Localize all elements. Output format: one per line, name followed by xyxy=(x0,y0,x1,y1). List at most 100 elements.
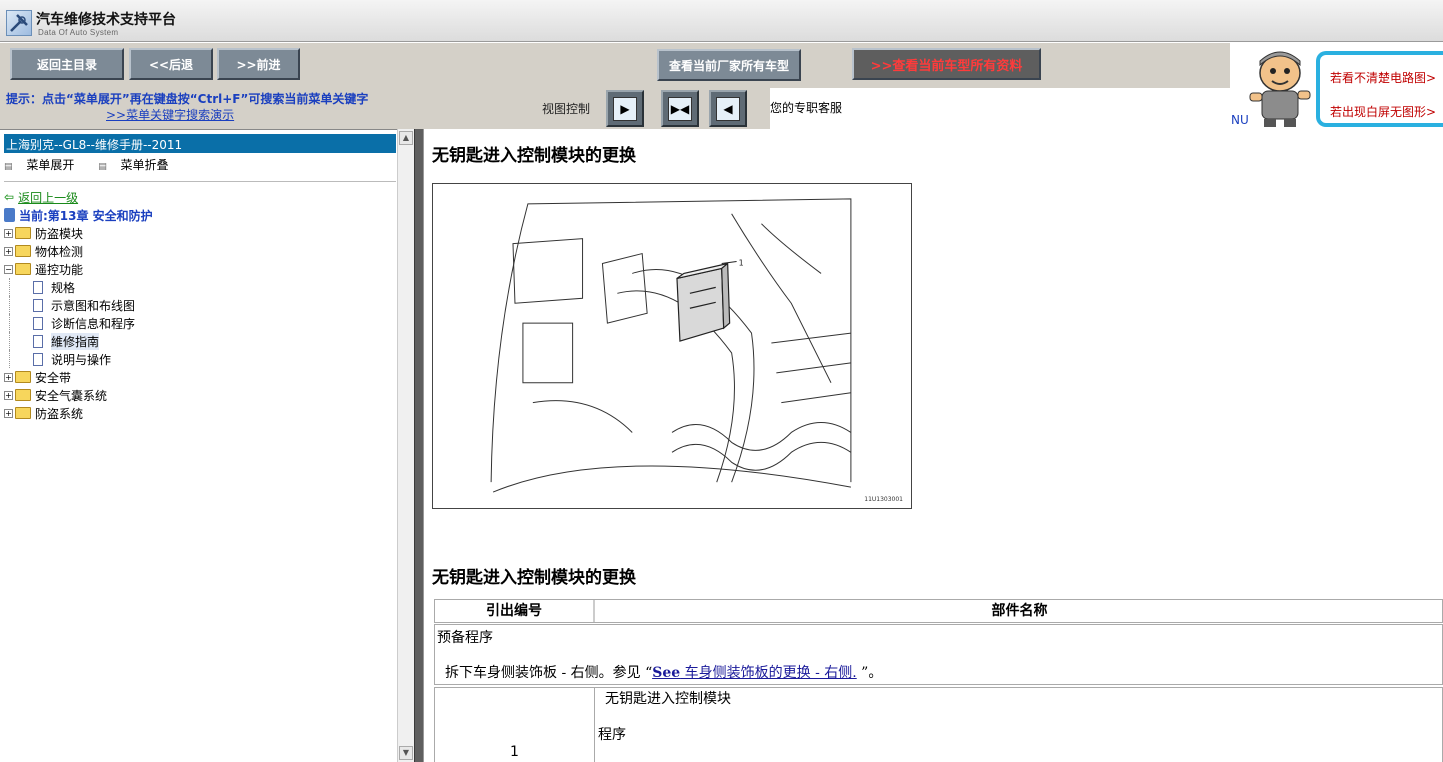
expand-icon[interactable]: + xyxy=(4,390,13,400)
back-up-link[interactable]: ⇦ 返回上一级 xyxy=(4,188,153,206)
split-icon: ▶◀ xyxy=(668,96,692,121)
folder-icon xyxy=(15,263,31,275)
document-icon xyxy=(33,334,43,348)
app-subtitle: Data Of Auto System xyxy=(38,28,119,37)
table-header: 引出编号 部件名称 xyxy=(434,599,1443,623)
module-diagram: 1 11U1303001 xyxy=(432,183,912,509)
tree-item-label[interactable]: 物体检测 xyxy=(35,243,83,260)
folder-icon xyxy=(15,245,31,257)
tree-item-label[interactable]: 安全带 xyxy=(35,369,71,386)
toolbar: 返回主目录 <<后退 >>前进 查看当前厂家所有车型 >>查看当前车型所有资料 xyxy=(0,43,1230,88)
tree-item-label[interactable]: 诊断信息和程序 xyxy=(51,315,135,332)
tree-item[interactable]: 維修指南 xyxy=(4,332,153,350)
tree-item[interactable]: − 遥控功能 xyxy=(4,260,153,278)
forward-button[interactable]: >>前进 xyxy=(217,48,300,80)
menu-expand-button[interactable]: ▤ 菜单展开 xyxy=(4,158,84,172)
view-split-button[interactable]: ▶◀ xyxy=(661,90,699,127)
diagram-drawing: 1 xyxy=(490,198,852,493)
document-icon xyxy=(33,316,43,330)
tree-item-label[interactable]: 示意图和布线图 xyxy=(51,297,135,314)
tree-item[interactable]: 诊断信息和程序 xyxy=(4,314,153,332)
panel-splitter[interactable] xyxy=(414,129,424,762)
title-bar: 汽车维修技术支持平台 Data Of Auto System xyxy=(0,0,1443,42)
main-content: 无钥匙进入控制模块的更换 1 11U1303001 无钥匙进入控制模块的更换 引… xyxy=(424,129,1443,762)
tree-item[interactable]: 示意图和布线图 xyxy=(4,296,153,314)
service-text: 您的专职客服 xyxy=(770,101,843,115)
sidebar-scrollbar[interactable]: ▲ ▼ xyxy=(397,129,414,762)
callout-number: 1 xyxy=(435,688,595,762)
expand-icon[interactable]: + xyxy=(4,228,13,238)
page-title: 无钥匙进入控制模块的更换 xyxy=(432,146,636,166)
promo-nu-text: NU xyxy=(1231,113,1249,127)
back-button[interactable]: <<后退 xyxy=(129,48,213,80)
tree-item[interactable]: + 物体检测 xyxy=(4,242,153,260)
figure-number: 11U1303001 xyxy=(864,496,903,503)
tree-item[interactable]: + 防盗模块 xyxy=(4,224,153,242)
sidebar-title: 上海别克--GL8--维修手册--2011 xyxy=(4,134,396,153)
scroll-down-icon[interactable]: ▼ xyxy=(399,746,413,760)
view-expand-right-button[interactable]: ◀ xyxy=(709,90,747,127)
document-icon xyxy=(33,298,43,312)
green-arrow-icon: ⇦ xyxy=(4,190,15,204)
promo-link-circuit[interactable]: 若看不清楚电路图> xyxy=(1330,69,1436,86)
expand-icon[interactable]: + xyxy=(4,372,13,382)
service-panel: 您的专职客服 xyxy=(770,88,1230,129)
view-control-label: 视图控制 xyxy=(542,102,591,116)
tree-item-label[interactable]: 安全气囊系统 xyxy=(35,387,107,404)
mechanic-mascot-icon xyxy=(1242,47,1318,129)
collapse-icon[interactable]: − xyxy=(4,264,13,274)
search-hint-text: 提示：点击“菜单展开”再在键盘按“Ctrl+F”可搜索当前菜单关键字 xyxy=(6,92,369,106)
prep-text: 拆下车身侧装饰板 - 右侧。参见 “See 车身侧装饰板的更换 - 右侧. ”。 xyxy=(445,665,883,681)
search-demo-link[interactable]: >>菜单关键字搜索演示 xyxy=(106,106,234,123)
arrow-right-icon: ▶ xyxy=(613,96,637,121)
menu-tree: ⇦ 返回上一级 当前:第13章 安全和防护 + 防盗模块 + 物体检测 − 遥控功能 规格示… xyxy=(4,188,153,422)
table-row: 1 无钥匙进入控制模块 程序 xyxy=(434,687,1443,762)
folder-icon xyxy=(15,371,31,383)
view-expand-left-button[interactable]: ▶ xyxy=(606,90,644,127)
arrow-left-icon: ◀ xyxy=(716,96,740,121)
view-all-docs-button[interactable]: >>查看当前车型所有资料 xyxy=(852,48,1041,80)
expand-icon[interactable]: + xyxy=(4,246,13,256)
procedure-label: 程序 xyxy=(598,727,626,743)
view-all-models-button[interactable]: 查看当前厂家所有车型 xyxy=(657,49,801,81)
tree-item[interactable]: 说明与操作 xyxy=(4,350,153,368)
table-row-prep: 预备程序 拆下车身侧装饰板 - 右侧。参见 “See 车身侧装饰板的更换 - 右… xyxy=(434,624,1443,685)
tree-item[interactable]: + 防盗系统 xyxy=(4,404,153,422)
menu-collapse-button[interactable]: ▤ 菜单折叠 xyxy=(98,158,178,172)
promo-link-whitescreen[interactable]: 若出现白屏无图形> xyxy=(1330,103,1436,120)
folder-icon xyxy=(15,227,31,239)
diagram-callout: 1 xyxy=(739,258,744,267)
tree-item-label[interactable]: 防盗系统 xyxy=(35,405,83,422)
back-up-label[interactable]: 返回上一级 xyxy=(18,189,78,206)
tree-item-label[interactable]: 防盗模块 xyxy=(35,225,83,242)
tree-item[interactable]: + 安全气囊系统 xyxy=(4,386,153,404)
app-title: 汽车维修技术支持平台 xyxy=(36,12,176,28)
column-header-part: 部件名称 xyxy=(991,603,1048,619)
document-icon xyxy=(33,280,43,294)
promo-panel: 若看不清楚电路图> 若出现白屏无图形> NU xyxy=(1230,43,1443,129)
column-header-callout: 引出编号 xyxy=(435,600,595,622)
sidebar: 上海别克--GL8--维修手册--2011 ▤ 菜单展开 ▤ 菜单折叠 ⇦ 返回… xyxy=(0,129,414,762)
tree-item-label[interactable]: 維修指南 xyxy=(51,332,100,350)
current-chapter-label: 当前:第13章 安全和防护 xyxy=(19,208,153,223)
tree-item-label[interactable]: 说明与操作 xyxy=(51,351,111,368)
part-name: 无钥匙进入控制模块 xyxy=(605,691,731,707)
menu-ops: ▤ 菜单展开 ▤ 菜单折叠 xyxy=(4,156,189,173)
folder-icon xyxy=(15,407,31,419)
scroll-up-icon[interactable]: ▲ xyxy=(399,131,413,145)
tree-item[interactable]: + 安全带 xyxy=(4,368,153,386)
current-chapter: 当前:第13章 安全和防护 xyxy=(4,206,153,224)
document-icon xyxy=(33,352,43,366)
prep-reference-link[interactable]: See 车身侧装饰板的更换 - 右侧. xyxy=(652,665,856,681)
chapter-icon xyxy=(4,208,15,222)
folder-icon xyxy=(15,389,31,401)
prep-title: 预备程序 xyxy=(437,630,493,646)
back-to-main-button[interactable]: 返回主目录 xyxy=(10,48,124,80)
app-logo-icon xyxy=(6,10,32,36)
divider xyxy=(4,181,396,182)
tree-item-label[interactable]: 遥控功能 xyxy=(35,261,83,278)
expand-icon[interactable]: + xyxy=(4,408,13,418)
tree-item-label[interactable]: 规格 xyxy=(51,279,75,296)
section-title: 无钥匙进入控制模块的更换 xyxy=(432,568,636,588)
tree-item[interactable]: 规格 xyxy=(4,278,153,296)
